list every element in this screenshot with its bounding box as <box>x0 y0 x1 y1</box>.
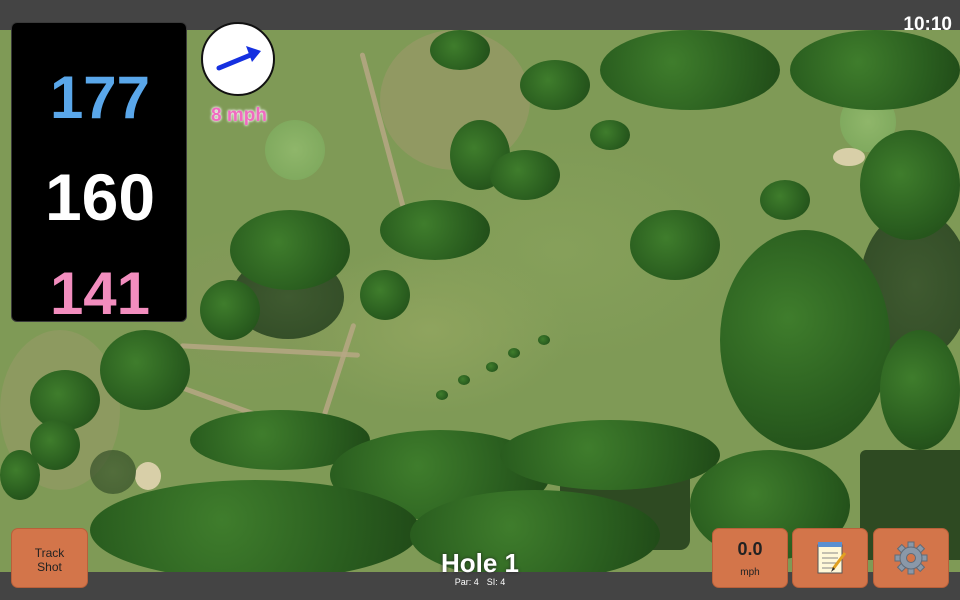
bunker <box>833 148 865 166</box>
cart-path <box>179 343 361 358</box>
track-shot-label-line2: Shot <box>37 560 62 574</box>
bunker <box>135 462 161 490</box>
speed-value: 0.0 <box>737 539 763 559</box>
speed-unit: mph <box>740 567 760 578</box>
front-distance: 141 <box>49 260 151 327</box>
speed-button[interactable]: 0.0 mph <box>712 528 788 588</box>
wind-speed-label: 8 mph <box>211 105 267 126</box>
bush <box>436 390 448 400</box>
tree <box>490 150 560 200</box>
distance-panel: 177 160 141 <box>11 22 187 327</box>
tree-cluster <box>100 330 190 410</box>
track-shot-button[interactable]: Track Shot <box>11 528 88 588</box>
bush <box>538 335 550 345</box>
bush <box>458 375 470 385</box>
bush <box>486 362 498 372</box>
green-left <box>265 120 325 180</box>
tree-cluster <box>860 130 960 240</box>
stroke-index-label: SI: 4 <box>486 577 506 587</box>
tree-cluster <box>630 210 720 280</box>
tree <box>0 450 40 500</box>
tree-cluster <box>500 420 720 490</box>
tree-cluster <box>790 30 960 110</box>
tree-cluster <box>90 480 420 572</box>
hole-title: Hole 1 <box>440 548 520 578</box>
tree-cluster <box>880 330 960 450</box>
tree <box>520 60 590 110</box>
pond <box>90 450 136 494</box>
back-distance: 177 <box>49 64 151 131</box>
notepad-icon <box>817 542 847 574</box>
tree-cluster <box>720 230 890 450</box>
wind-arrow-icon <box>216 46 261 71</box>
gear-icon <box>894 541 928 575</box>
notes-button[interactable] <box>792 528 868 588</box>
tree <box>30 370 100 430</box>
settings-button[interactable] <box>873 528 949 588</box>
par-label: Par: 4 <box>454 577 479 587</box>
track-shot-label-line1: Track <box>34 546 65 560</box>
wind-indicator <box>201 22 275 96</box>
bush <box>508 348 520 358</box>
tree-cluster <box>230 210 350 290</box>
tree-cluster <box>600 30 780 110</box>
tree <box>430 30 490 70</box>
tree <box>360 270 410 320</box>
tree <box>590 120 630 150</box>
tree-cluster <box>380 200 490 260</box>
hole-info: Par: 4 SI: 4 <box>380 577 580 587</box>
tree <box>200 280 260 340</box>
tree <box>760 180 810 220</box>
middle-distance: 160 <box>44 160 156 234</box>
